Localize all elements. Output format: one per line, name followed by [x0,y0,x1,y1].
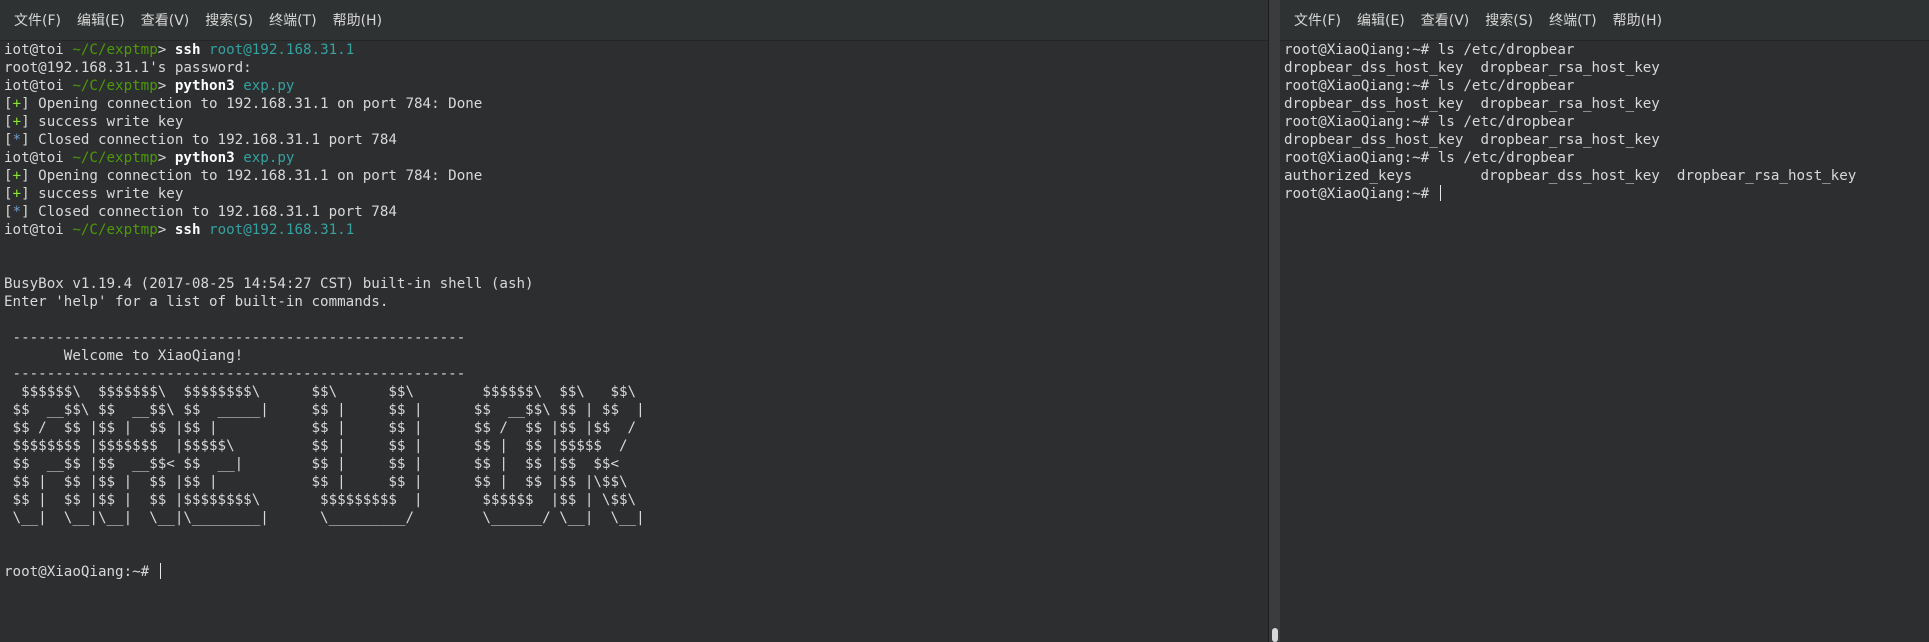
left-menubar: 文件(F) 编辑(E) 查看(V) 搜索(S) 终端(T) 帮助(H) [0,0,1268,41]
active-prompt-line: root@XiaoQiang:~# [1284,185,1929,203]
menu-file[interactable]: 文件(F) [1286,10,1349,30]
output-line: dropbear_dss_host_key dropbear_rsa_host_… [1284,60,1660,76]
command-name: ssh [174,42,201,58]
status-line: [+] Opening connection to 192.168.31.1 o… [4,168,483,184]
prompt-user: iot@toi [4,78,64,94]
menu-help[interactable]: 帮助(H) [325,10,390,30]
output-line: $$ / $$ |$$ | $$ |$$ | $$ | $$ | $$ / $$… [4,420,637,436]
active-prompt: root@XiaoQiang:~# [1284,186,1438,202]
command-argument: exp.py [243,150,295,166]
output-line: $$$$$$$$ |$$$$$$$ |$$$$$\ $$ | $$ | $$ |… [4,438,628,454]
menu-search[interactable]: 搜索(S) [197,10,261,30]
status-text: Closed connection to 192.168.31.1 port 7… [29,204,397,220]
prompt-path: ~/C/exptmp [72,42,158,58]
output-line: $$ __$$ |$$ __$$< $$ __| $$ | $$ | $$ | … [4,456,619,472]
output-line: ----------------------------------------… [4,366,466,382]
menu-terminal[interactable]: 终端(T) [261,10,324,30]
menu-help[interactable]: 帮助(H) [1605,10,1670,30]
output-line: root@XiaoQiang:~# ls /etc/dropbear [1284,78,1575,94]
status-text: success write key [29,114,184,130]
status-line: [+] success write key [4,114,184,130]
output-line: $$ __$$\ $$ __$$\ $$ _____| $$ | $$ | $$… [4,402,645,418]
menu-edit[interactable]: 编辑(E) [1349,10,1413,30]
output-line: dropbear_dss_host_key dropbear_rsa_host_… [1284,96,1660,112]
status-marker: * [12,204,22,220]
status-text: Opening connection to 192.168.31.1 on po… [29,168,483,184]
prompt-path: ~/C/exptmp [72,78,158,94]
output-line: root@XiaoQiang:~# ls /etc/dropbear [1284,150,1575,166]
menu-terminal[interactable]: 终端(T) [1541,10,1604,30]
status-text: success write key [29,186,184,202]
output-line: Welcome to XiaoQiang! [4,348,244,364]
output-line: root@192.168.31.1's password: [4,60,252,76]
command-argument: root@192.168.31.1 [209,222,355,238]
status-marker: + [12,186,22,202]
prompt-line: iot@toi ~/C/exptmp> ssh root@192.168.31.… [4,42,355,58]
left-terminal-window[interactable]: 文件(F) 编辑(E) 查看(V) 搜索(S) 终端(T) 帮助(H) iot@… [0,0,1268,642]
prompt-user: iot@toi [4,150,64,166]
prompt-user: iot@toi [4,222,64,238]
text-cursor[interactable] [1439,185,1441,201]
text-cursor[interactable] [159,563,161,579]
active-prompt: root@XiaoQiang:~# [4,564,158,580]
output-line: ----------------------------------------… [4,330,466,346]
output-line: dropbear_dss_host_key dropbear_rsa_host_… [1284,132,1660,148]
status-marker: + [12,96,22,112]
output-line: BusyBox v1.19.4 (2017-08-25 14:54:27 CST… [4,276,534,292]
command-name: python3 [174,150,235,166]
scrollbar-thumb[interactable] [1272,628,1278,642]
output-line: $$ | $$ |$$ | $$ |$$ | $$ | $$ | $$ | $$… [4,474,628,490]
status-text: Closed connection to 192.168.31.1 port 7… [29,132,397,148]
status-line: [*] Closed connection to 192.168.31.1 po… [4,132,397,148]
right-terminal-window[interactable]: 文件(F) 编辑(E) 查看(V) 搜索(S) 终端(T) 帮助(H) root… [1280,0,1929,642]
output-line: root@XiaoQiang:~# ls /etc/dropbear [1284,114,1575,130]
prompt-path: ~/C/exptmp [72,150,158,166]
left-terminal-output[interactable]: iot@toi ~/C/exptmp> ssh root@192.168.31.… [0,41,1268,581]
status-marker: + [12,168,22,184]
status-marker: + [12,114,22,130]
output-line: $$$$$$\ $$$$$$$\ $$$$$$$$\ $$\ $$\ $$$$$… [4,384,637,400]
output-line: authorized_keys dropbear_dss_host_key dr… [1284,168,1857,184]
menu-file[interactable]: 文件(F) [6,10,69,30]
status-text: Opening connection to 192.168.31.1 on po… [29,96,483,112]
prompt-line: iot@toi ~/C/exptmp> ssh root@192.168.31.… [4,222,355,238]
prompt-line: iot@toi ~/C/exptmp> python3 exp.py [4,150,295,166]
prompt-line: iot@toi ~/C/exptmp> python3 exp.py [4,78,295,94]
output-line: $$ | $$ |$$ | $$ |$$$$$$$$\ $$$$$$$$$ | … [4,492,637,508]
command-name: python3 [174,78,235,94]
menu-edit[interactable]: 编辑(E) [69,10,133,30]
status-marker: * [12,132,22,148]
output-line: Enter 'help' for a list of built-in comm… [4,294,389,310]
right-terminal-output[interactable]: root@XiaoQiang:~# ls /etc/dropbear dropbe… [1280,41,1929,203]
output-line: \__| \__|\__| \__|\________| \_________/… [4,510,645,526]
command-argument: exp.py [243,78,295,94]
status-line: [*] Closed connection to 192.168.31.1 po… [4,204,397,220]
prompt-path: ~/C/exptmp [72,222,158,238]
status-line: [+] Opening connection to 192.168.31.1 o… [4,96,483,112]
prompt-user: iot@toi [4,42,64,58]
command-name: ssh [174,222,201,238]
right-menubar: 文件(F) 编辑(E) 查看(V) 搜索(S) 终端(T) 帮助(H) [1280,0,1929,41]
command-argument: root@192.168.31.1 [209,42,355,58]
menu-view[interactable]: 查看(V) [133,10,198,30]
menu-view[interactable]: 查看(V) [1413,10,1478,30]
active-prompt-line: root@XiaoQiang:~# [4,563,1268,581]
status-line: [+] success write key [4,186,184,202]
menu-search[interactable]: 搜索(S) [1477,10,1541,30]
output-line: root@XiaoQiang:~# ls /etc/dropbear [1284,42,1575,58]
